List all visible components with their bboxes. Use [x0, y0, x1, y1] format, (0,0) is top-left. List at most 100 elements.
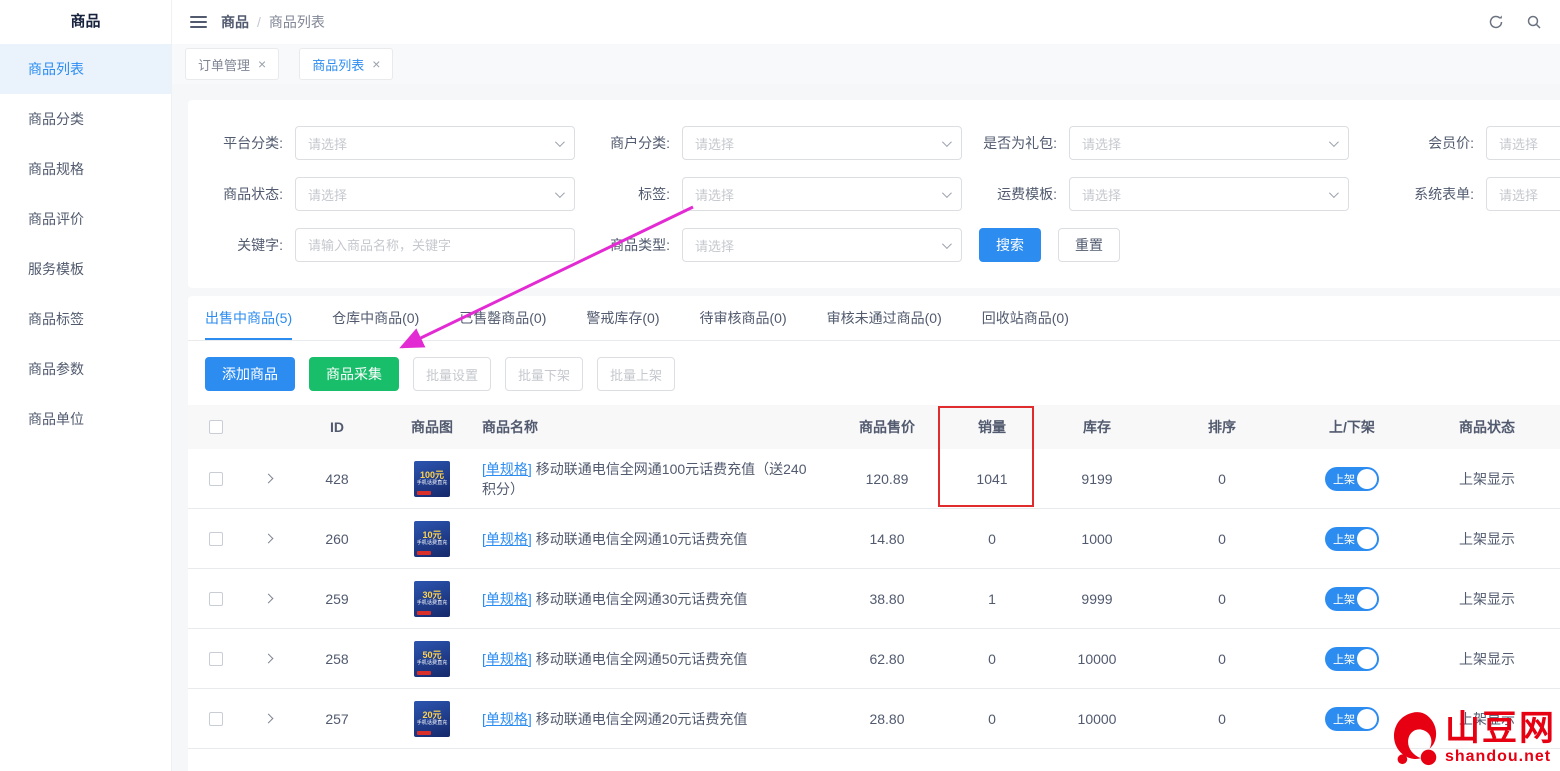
action-button[interactable]: 批量设置: [413, 357, 491, 391]
search-icon[interactable]: [1526, 14, 1542, 30]
status-tab[interactable]: 仓库中商品(0): [332, 296, 419, 340]
select-placeholder: 请选择: [308, 185, 347, 204]
row-checkbox[interactable]: [209, 712, 223, 726]
product-type-label: 商品类型:: [575, 235, 670, 255]
expand-row-icon[interactable]: [263, 474, 273, 484]
filter-select[interactable]: 请选择: [1486, 177, 1560, 211]
filter-select[interactable]: 请选择: [295, 126, 575, 160]
expand-row-icon[interactable]: [263, 594, 273, 604]
sidebar-item[interactable]: 商品参数: [0, 344, 171, 394]
action-button[interactable]: 批量上架: [597, 357, 675, 391]
product-price: 62.80: [832, 647, 942, 671]
sidebar-item-label: 服务模板: [28, 261, 84, 277]
product-id: 259: [292, 587, 382, 611]
filter-select[interactable]: 请选择: [295, 177, 575, 211]
status-tab-label: 回收站商品(0): [982, 308, 1069, 328]
expand-row-icon[interactable]: [263, 654, 273, 664]
product-image[interactable]: 50元 手机话费直充: [414, 641, 450, 677]
keyword-input[interactable]: [295, 228, 575, 262]
page-tab[interactable]: 商品列表 ×: [299, 48, 393, 80]
action-button[interactable]: 添加商品: [205, 357, 295, 391]
filter-row-2: 商品状态: 请选择 标签: 请选择: [188, 177, 1560, 211]
spec-tag[interactable]: [单规格]: [482, 461, 532, 477]
spec-tag[interactable]: [单规格]: [482, 651, 532, 667]
page-tab-label: 订单管理: [198, 55, 250, 74]
sidebar-item-label: 商品分类: [28, 111, 84, 127]
status-tab[interactable]: 已售罄商品(0): [459, 296, 546, 340]
sidebar-item[interactable]: 商品分类: [0, 94, 171, 144]
column-header-image: 商品图: [382, 413, 482, 441]
product-price: 120.89: [832, 467, 942, 491]
product-name: [单规格]移动联通电信全网通20元话费充值: [482, 709, 747, 729]
status-tab[interactable]: 出售中商品(5): [205, 296, 292, 340]
product-id: 257: [292, 707, 382, 731]
close-icon[interactable]: ×: [372, 56, 380, 72]
product-sales: 0: [942, 647, 1042, 671]
sidebar-title: 商品: [0, 0, 171, 44]
filter-select[interactable]: 请选择: [682, 177, 962, 211]
status-tab[interactable]: 回收站商品(0): [982, 296, 1069, 340]
chevron-down-icon: [942, 137, 952, 147]
row-checkbox[interactable]: [209, 652, 223, 666]
close-icon[interactable]: ×: [258, 56, 266, 72]
row-checkbox[interactable]: [209, 592, 223, 606]
sidebar-item[interactable]: 商品评价: [0, 194, 171, 244]
filter-select[interactable]: 请选择: [682, 126, 962, 160]
on-off-toggle[interactable]: 上架: [1325, 707, 1379, 731]
product-status: 上架显示: [1412, 585, 1560, 613]
sidebar-item[interactable]: 商品列表: [0, 44, 171, 94]
product-image[interactable]: 10元 手机话费直充: [414, 521, 450, 557]
product-name: [单规格]移动联通电信全网通100元话费充值（送240积分）: [482, 459, 816, 499]
expand-row-icon[interactable]: [263, 534, 273, 544]
select-placeholder: 请选择: [695, 134, 734, 153]
page-tab[interactable]: 订单管理 ×: [185, 48, 279, 80]
table-row: 259 30元 手机话费直充 [单规格]移动联通电信全网通30元话费充值: [188, 569, 1560, 629]
sidebar-menu: 商品列表 商品分类 商品规格 商品评价 服务模板 商品标签 商品参数: [0, 44, 171, 444]
product-sort: 0: [1152, 527, 1292, 551]
sidebar-item[interactable]: 服务模板: [0, 244, 171, 294]
breadcrumb-root[interactable]: 商品: [221, 12, 249, 32]
spec-tag[interactable]: [单规格]: [482, 591, 532, 607]
sidebar-item-label: 商品参数: [28, 361, 84, 377]
opened-tabs-bar: 订单管理 × 商品列表 ×: [172, 44, 1560, 84]
column-header-sales: 销量: [942, 413, 1042, 441]
sidebar-item[interactable]: 商品单位: [0, 394, 171, 444]
sidebar-item[interactable]: 商品规格: [0, 144, 171, 194]
product-image[interactable]: 20元 手机话费直充: [414, 701, 450, 737]
row-checkbox[interactable]: [209, 472, 223, 486]
product-status: 上架显示: [1412, 465, 1560, 493]
search-button[interactable]: 搜索: [979, 228, 1041, 262]
product-name: [单规格]移动联通电信全网通50元话费充值: [482, 649, 747, 669]
status-tab[interactable]: 审核未通过商品(0): [827, 296, 942, 340]
product-price: 14.80: [832, 527, 942, 551]
row-checkbox[interactable]: [209, 532, 223, 546]
action-button[interactable]: 商品采集: [309, 357, 399, 391]
product-image[interactable]: 30元 手机话费直充: [414, 581, 450, 617]
table-row: 257 20元 手机话费直充 [单规格]移动联通电信全网通20元话费充值: [188, 689, 1560, 749]
filter-select[interactable]: 请选择: [1069, 126, 1349, 160]
product-type-select[interactable]: 请选择: [682, 228, 962, 262]
hamburger-menu-icon[interactable]: [190, 16, 207, 28]
status-tab[interactable]: 待审核商品(0): [700, 296, 787, 340]
on-off-toggle[interactable]: 上架: [1325, 527, 1379, 551]
select-all-checkbox[interactable]: [209, 420, 223, 434]
product-status: 上架显示: [1412, 525, 1560, 553]
product-type-group: 商品类型: 请选择: [575, 228, 962, 262]
status-tab-label: 仓库中商品(0): [332, 308, 419, 328]
spec-tag[interactable]: [单规格]: [482, 711, 532, 727]
expand-row-icon[interactable]: [263, 714, 273, 724]
on-off-toggle[interactable]: 上架: [1325, 647, 1379, 671]
filter-select[interactable]: 请选择: [1069, 177, 1349, 211]
spec-tag[interactable]: [单规格]: [482, 531, 532, 547]
action-button[interactable]: 批量下架: [505, 357, 583, 391]
on-off-toggle[interactable]: 上架: [1325, 587, 1379, 611]
sidebar-item[interactable]: 商品标签: [0, 294, 171, 344]
refresh-icon[interactable]: [1488, 14, 1504, 30]
reset-button[interactable]: 重置: [1058, 228, 1120, 262]
filter-label: 平台分类:: [188, 133, 283, 153]
filter-select[interactable]: 请选择: [1486, 126, 1560, 160]
on-off-toggle[interactable]: 上架: [1325, 467, 1379, 491]
status-tab[interactable]: 警戒库存(0): [586, 296, 659, 340]
product-image[interactable]: 100元 手机话费直充: [414, 461, 450, 497]
filter-label: 会员价:: [1349, 133, 1474, 153]
